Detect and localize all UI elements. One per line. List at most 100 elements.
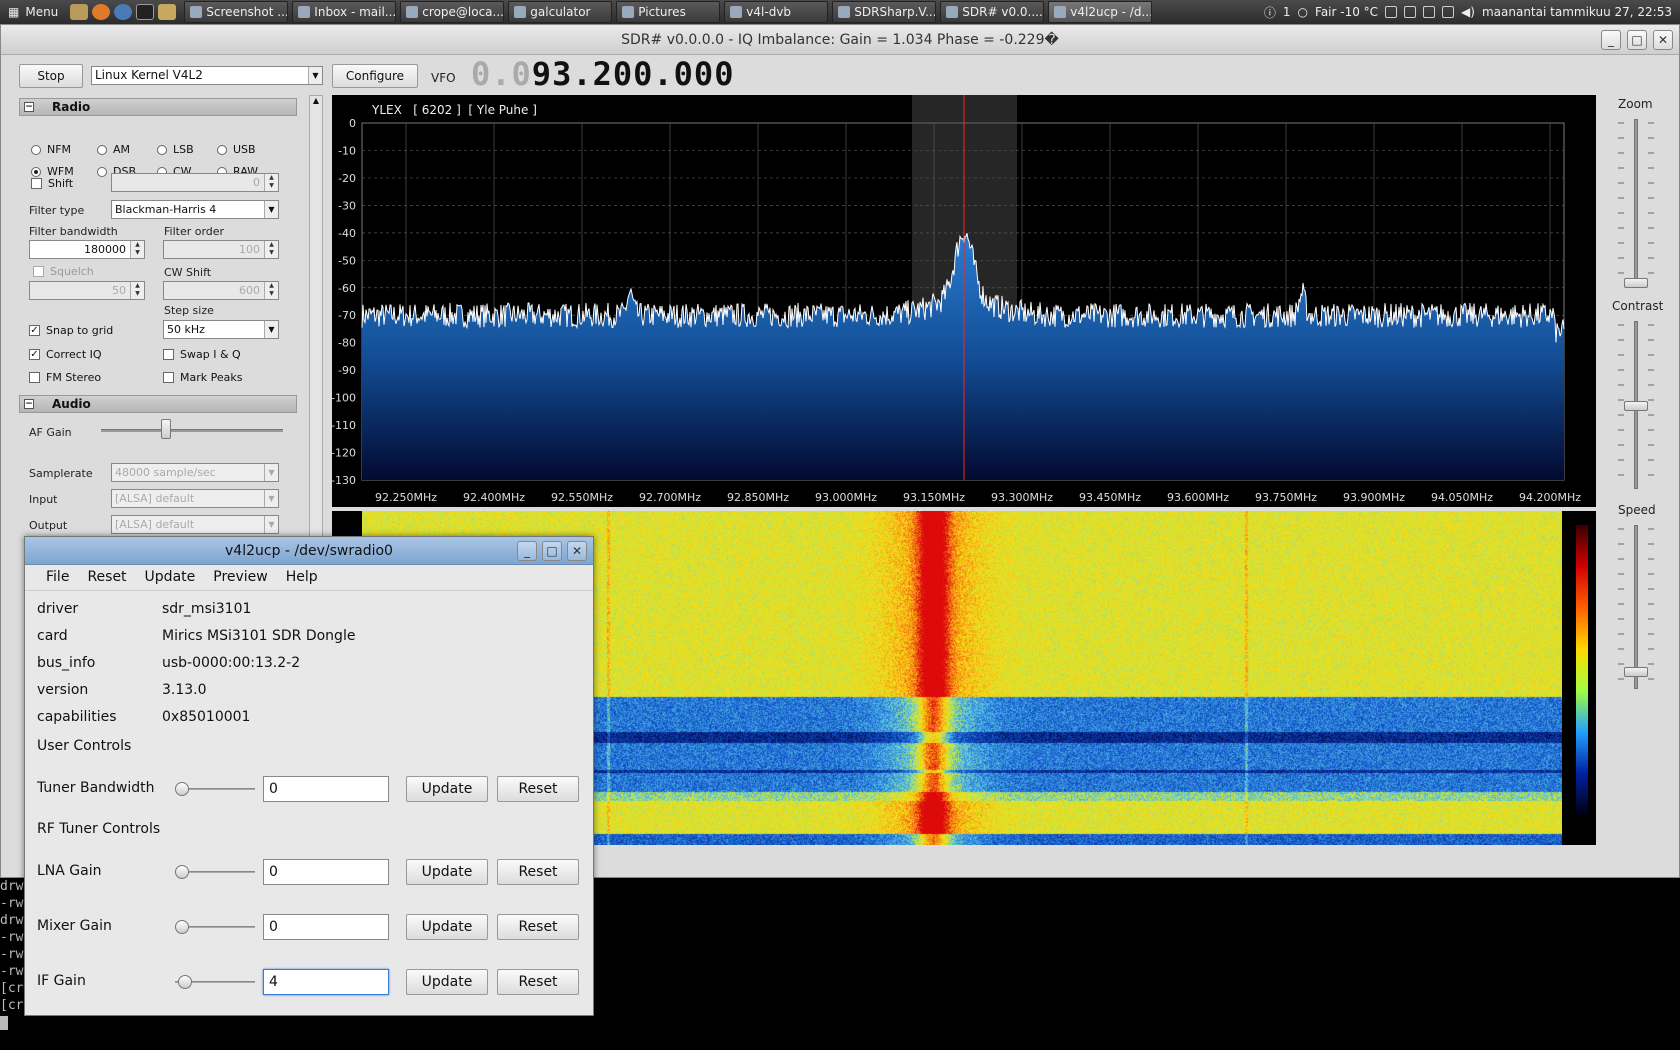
- task-button[interactable]: v4l-dvb: [724, 1, 829, 23]
- x-tick-label: 92.550MHz: [551, 491, 613, 504]
- maximize-button[interactable]: □: [1627, 30, 1647, 50]
- folder-icon[interactable]: [158, 4, 177, 20]
- task-label: galculator: [530, 5, 591, 19]
- control-value-input[interactable]: 0: [263, 776, 389, 802]
- task-button[interactable]: SDR# v0.0....: [940, 1, 1045, 23]
- x-tick-label: 92.400MHz: [463, 491, 525, 504]
- mark-peaks-checkbox[interactable]: Mark Peaks: [163, 371, 242, 384]
- filter-type-select[interactable]: Blackman-Harris 4 ▼: [111, 200, 279, 219]
- close-button[interactable]: ✕: [1653, 30, 1673, 50]
- minimize-button[interactable]: _: [1601, 30, 1621, 50]
- input-label: Input: [29, 493, 58, 506]
- files-launcher-icon[interactable]: [70, 4, 89, 20]
- firefox-icon[interactable]: [92, 4, 111, 20]
- terminal-line: [cr: [0, 981, 24, 996]
- task-button[interactable]: crope@loca...: [400, 1, 505, 23]
- mode-radio-nfm[interactable]: NFM: [31, 143, 71, 156]
- mode-radio-lsb[interactable]: LSB: [157, 143, 194, 156]
- stop-button[interactable]: Stop: [19, 64, 83, 88]
- configure-button[interactable]: Configure: [332, 64, 418, 88]
- task-button[interactable]: Inbox - mail...: [292, 1, 397, 23]
- control-slider-knob[interactable]: [175, 782, 189, 796]
- info-icon[interactable]: ⓘ: [1264, 4, 1276, 21]
- taskbar-menu-button[interactable]: ▦ Menu: [0, 0, 66, 24]
- info-key: driver: [37, 601, 79, 617]
- audio-section-header[interactable]: − Audio: [19, 395, 297, 413]
- close-button[interactable]: ✕: [567, 541, 587, 561]
- menu-item-reset[interactable]: Reset: [78, 565, 135, 590]
- control-label: LNA Gain: [37, 863, 102, 879]
- y-tick-label: -90: [338, 364, 356, 377]
- menu-item-preview[interactable]: Preview: [204, 565, 277, 590]
- step-size-select[interactable]: 50 kHz ▼: [163, 320, 279, 339]
- thunderbird-icon[interactable]: [114, 4, 133, 20]
- task-button[interactable]: Pictures: [616, 1, 721, 23]
- update-button[interactable]: Update: [406, 776, 488, 802]
- radio-section-header[interactable]: − Radio: [19, 98, 297, 116]
- vfo-display[interactable]: 0.093.200.000: [471, 55, 734, 93]
- source-select[interactable]: Linux Kernel V4L2 ▼: [91, 66, 323, 85]
- step-size-label: Step size: [164, 304, 214, 317]
- snap-to-grid-checkbox[interactable]: ✓ Snap to grid: [29, 324, 113, 337]
- task-button[interactable]: v4l2ucp - /d...: [1048, 1, 1153, 23]
- terminal-icon[interactable]: [136, 4, 155, 20]
- control-value-input[interactable]: 0: [263, 914, 389, 940]
- task-label: Screenshot ...: [206, 5, 289, 19]
- spectrum-analyzer[interactable]: 0 -10 -20 -30 -40 -50 -60 -70 -80 -90 -100 -110 -120…: [331, 95, 1596, 507]
- control-value-input[interactable]: 0: [263, 859, 389, 885]
- mode-radio-am[interactable]: AM: [97, 143, 130, 156]
- task-button[interactable]: Screenshot ...: [184, 1, 289, 23]
- task-label: SDRSharp.V...: [854, 5, 937, 19]
- update-button[interactable]: Update: [406, 914, 488, 940]
- user-icon[interactable]: [1385, 6, 1398, 18]
- update-button[interactable]: Update: [406, 969, 488, 995]
- menu-item-update[interactable]: Update: [136, 565, 205, 590]
- swap-iq-checkbox[interactable]: Swap I & Q: [163, 348, 241, 361]
- info-value: usb-0000:00:13.2-2: [162, 655, 301, 671]
- clock[interactable]: maanantai tammikuu 27, 22:53: [1482, 5, 1672, 19]
- control-slider-knob[interactable]: [175, 865, 189, 879]
- af-gain-slider[interactable]: [101, 429, 283, 432]
- vfo-label: VFO: [431, 71, 456, 85]
- fm-stereo-checkbox[interactable]: FM Stereo: [29, 371, 101, 384]
- waterfall-gradient-legend: [1576, 525, 1588, 815]
- weather-text[interactable]: Fair -10 °C: [1315, 5, 1378, 19]
- reset-button[interactable]: Reset: [497, 969, 579, 995]
- task-label: SDR# v0.0....: [962, 5, 1043, 19]
- reset-button[interactable]: Reset: [497, 859, 579, 885]
- volume-icon[interactable]: ◀): [1461, 5, 1475, 19]
- launchers: [66, 4, 180, 20]
- terminal-line: -rw: [0, 964, 24, 979]
- maximize-button[interactable]: □: [542, 541, 562, 561]
- y-tick-label: -20: [338, 172, 356, 185]
- terminal-line: drw: [0, 913, 24, 928]
- display-icon[interactable]: [1423, 6, 1436, 18]
- terminal-line: [cr: [0, 998, 24, 1013]
- task-button[interactable]: galculator: [508, 1, 613, 23]
- control-slider-knob[interactable]: [175, 920, 189, 934]
- correct-iq-checkbox[interactable]: ✓ Correct IQ: [29, 348, 102, 361]
- task-button[interactable]: SDRSharp.V...: [832, 1, 937, 23]
- reset-button[interactable]: Reset: [497, 776, 579, 802]
- af-gain-thumb[interactable]: [161, 419, 171, 439]
- clipboard-icon[interactable]: [1404, 6, 1417, 18]
- update-button[interactable]: Update: [406, 859, 488, 885]
- minimize-button[interactable]: _: [517, 541, 537, 561]
- spectrum-plot[interactable]: 0 -10 -20 -30 -40 -50 -60 -70 -80 -90 -100 -110 -120…: [331, 95, 1596, 507]
- task-label: v4l2ucp - /d...: [1070, 5, 1153, 19]
- menu-item-help[interactable]: Help: [277, 565, 327, 590]
- y-tick-label: -40: [338, 227, 356, 240]
- control-value-input[interactable]: 4: [263, 969, 389, 995]
- reset-button[interactable]: Reset: [497, 914, 579, 940]
- x-tick-label: 93.900MHz: [1343, 491, 1405, 504]
- menu-item-file[interactable]: File: [37, 565, 78, 590]
- filter-bandwidth-spinner[interactable]: 180000 ▲ ▼: [29, 240, 145, 259]
- control-slider-knob[interactable]: [178, 975, 192, 989]
- mode-radio-usb[interactable]: USB: [217, 143, 256, 156]
- chevron-down-icon: ▼: [264, 201, 278, 218]
- network-icon[interactable]: [1442, 6, 1455, 18]
- panel-scrollbar[interactable]: ▲: [309, 95, 323, 555]
- shift-checkbox[interactable]: Shift: [31, 177, 73, 190]
- y-tick-label: -100: [332, 392, 356, 405]
- tray-count: 1: [1282, 5, 1291, 19]
